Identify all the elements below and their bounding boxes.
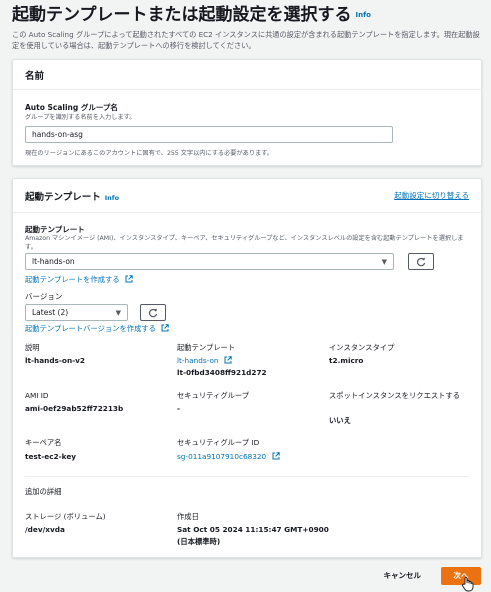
instance-type-value: t2.micro (329, 356, 364, 365)
external-link-icon (272, 452, 280, 460)
refresh-icon (416, 257, 426, 266)
launch-template-select-value: lt-hands-on (32, 257, 75, 266)
template-detail-link[interactable]: lt-hands-on (177, 355, 232, 366)
asg-name-input[interactable]: hands-on-asg (25, 126, 393, 143)
external-link-icon (125, 275, 133, 283)
external-link-icon (224, 356, 232, 364)
details-divider (25, 476, 469, 477)
chevron-down-icon: ▼ (115, 308, 121, 317)
additional-details-title: 追加の詳細 (25, 487, 62, 496)
description-value: lt-hands-on-v2 (25, 356, 85, 365)
launch-template-info-link[interactable]: Info (105, 194, 119, 202)
asg-name-value: hands-on-asg (32, 130, 83, 139)
page-header: 起動テンプレートまたは起動設定を選択する Info この Auto Scaling… (12, 4, 483, 51)
template-detail-link-text: lt-hands-on (177, 356, 219, 365)
launch-template-title-text: 起動テンプレート (25, 191, 101, 203)
security-group-label: セキュリティグループ (177, 391, 250, 400)
create-template-version-text: 起動テンプレートバージョンを作成する (25, 324, 156, 333)
asg-name-constraint: 現在のリージョンにあるこのアカウントに固有で、255 文字以内にする必要がありま… (25, 150, 273, 157)
key-pair-value: test-ec2-key (25, 452, 77, 461)
version-select[interactable]: Latest (2) ▼ (25, 304, 128, 321)
launch-template-card: 起動テンプレート Info 起動設定に切り替える 起動テンプレート Amazon … (12, 178, 482, 558)
spot-request-value: いいえ (329, 416, 351, 425)
asg-name-label: Auto Scaling グループ名 (25, 103, 118, 112)
name-card-header: 名前 (13, 60, 481, 90)
version-select-value: Latest (2) (32, 308, 69, 317)
refresh-icon (148, 308, 158, 317)
launch-template-select[interactable]: lt-hands-on ▼ (25, 253, 394, 270)
page-title-text: 起動テンプレートまたは起動設定を選択する (12, 5, 352, 25)
created-date-value: Sat Oct 05 2024 11:15:47 GMT+0900 (177, 525, 329, 534)
create-launch-template-text: 起動テンプレートを作成する (25, 275, 120, 284)
launch-template-card-header: 起動テンプレート Info 起動設定に切り替える (13, 179, 481, 213)
security-group-id-label: セキュリティグループ ID (177, 438, 260, 447)
created-date-label: 作成日 (177, 512, 199, 521)
storage-label: ストレージ (ボリューム) (25, 512, 106, 521)
page-info-link[interactable]: Info (356, 11, 371, 19)
chevron-down-icon: ▼ (381, 257, 387, 266)
security-group-id-link[interactable]: sg-011a9107910c68320 (177, 451, 280, 462)
refresh-versions-button[interactable] (140, 304, 166, 321)
version-label: バージョン (25, 292, 63, 301)
switch-to-launch-config-link[interactable]: 起動設定に切り替える (394, 190, 469, 201)
launch-template-hint: Amazon マシンイメージ (AMI)、インスタンスタイプ、キーペア、セキュリ… (25, 235, 464, 251)
name-card-title: 名前 (25, 70, 45, 82)
security-group-value: - (177, 404, 181, 413)
launch-template-card-title: 起動テンプレート Info (25, 189, 119, 203)
cancel-button[interactable]: キャンセル (378, 566, 428, 585)
asg-name-hint: グループを識別する名前を入力します。 (25, 114, 136, 121)
key-pair-label: キーペア名 (25, 438, 62, 447)
refresh-templates-button[interactable] (408, 253, 434, 270)
template-id-value: lt-0fbd3408ff921d272 (177, 368, 267, 377)
name-card: 名前 Auto Scaling グループ名 グループを識別する名前を入力します。… (12, 59, 482, 166)
create-launch-template-link[interactable]: 起動テンプレートを作成する (25, 275, 133, 285)
hand-cursor-icon (461, 577, 474, 592)
storage-value: /dev/xvda (25, 525, 65, 534)
page-title: 起動テンプレートまたは起動設定を選択する Info (12, 4, 483, 26)
template-detail-label: 起動テンプレート (177, 343, 236, 352)
create-template-version-link[interactable]: 起動テンプレートバージョンを作成する (25, 324, 170, 334)
external-link-icon (161, 324, 170, 332)
description-label: 説明 (25, 343, 40, 352)
ami-id-value: ami-0ef29ab52ff72213b (25, 404, 124, 413)
spot-request-label: スポットインスタンスをリクエストする (329, 391, 461, 400)
instance-type-label: インスタンスタイプ (329, 343, 395, 352)
ami-id-label: AMI ID (25, 391, 49, 400)
security-group-id-text: sg-011a9107910c68320 (177, 452, 267, 461)
created-date-timezone: (日本標準時) (177, 537, 221, 546)
page-description: この Auto Scaling グループによって起動されたすべての EC2 イン… (12, 30, 480, 50)
